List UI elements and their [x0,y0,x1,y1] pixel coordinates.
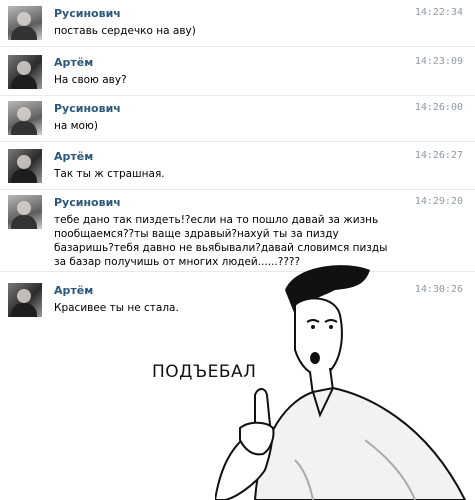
message-time: 14:22:34 [414,7,463,18]
sender-name[interactable]: Артём [54,56,93,69]
avatar[interactable] [8,195,42,229]
message-text: на мою) [54,120,98,132]
sender-name[interactable]: Артём [54,284,93,297]
avatar[interactable] [8,55,42,89]
message-time: 14:26:00 [414,102,463,113]
message-item: Артём 14:26:27 Так ты ж страшная. [0,149,475,190]
message-time: 14:23:09 [414,56,463,67]
message-text: На свою аву? [54,74,127,86]
avatar[interactable] [8,6,42,40]
message-text: Так ты ж страшная. [54,168,165,180]
message-text: поставь сердечко на аву) [54,25,196,37]
message-item: Артём 14:23:09 На свою аву? [0,55,475,96]
avatar[interactable] [8,283,42,317]
message-time: 14:29:20 [414,196,463,207]
avatar[interactable] [8,149,42,183]
message-time: 14:26:27 [414,150,463,161]
message-item: Русинович 14:26:00 на мою) [0,101,475,142]
sender-name[interactable]: Русинович [54,7,121,20]
sender-name[interactable]: Русинович [54,196,121,209]
message-item: Русинович 14:22:34 поставь сердечко на а… [0,6,475,47]
sender-name[interactable]: Русинович [54,102,121,115]
avatar[interactable] [8,101,42,135]
sender-name[interactable]: Артём [54,150,93,163]
meme-caption: ПОДЪЕБАЛ [152,362,257,382]
